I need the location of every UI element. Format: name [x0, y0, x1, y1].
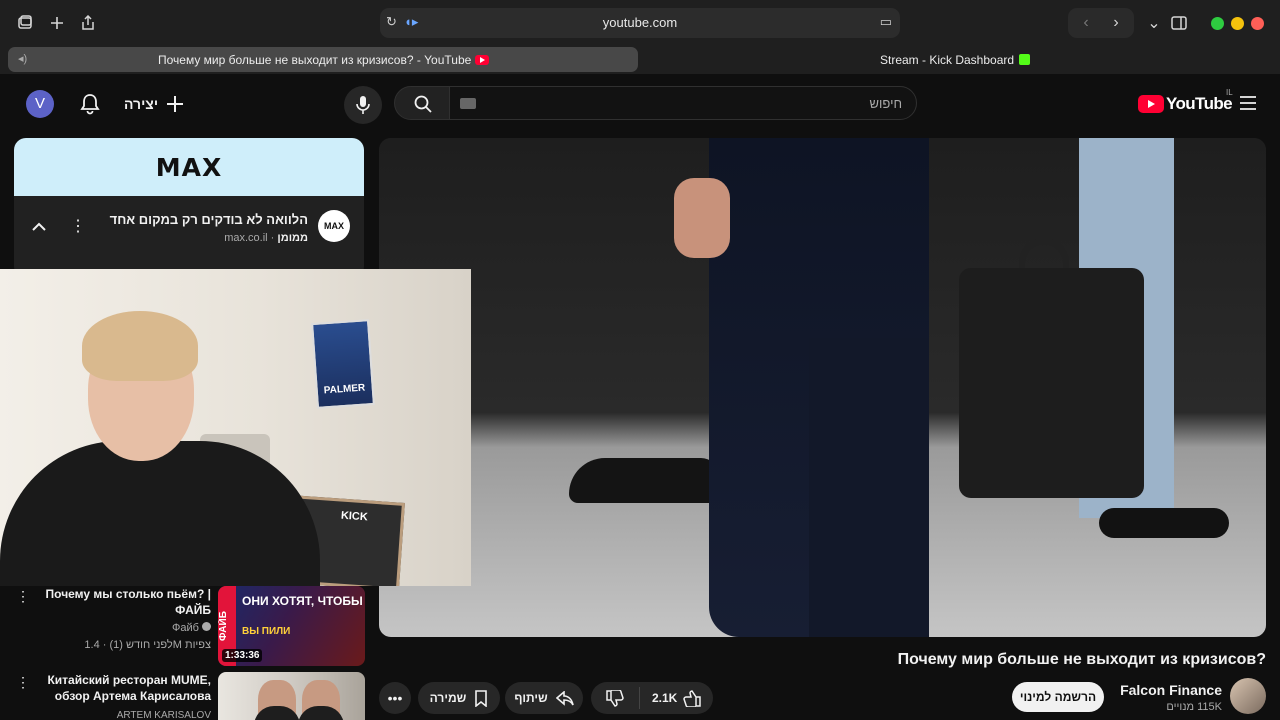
voice-search-button[interactable] [344, 86, 382, 124]
ad-banner-logo: MAX [155, 152, 223, 182]
webcam-person-hair [82, 311, 198, 381]
suggestion-channel: ARTEM KARISALOV [116, 710, 211, 720]
suggestion-title[interactable]: Почему мы столько пьём? | ФАЙБ [41, 586, 211, 618]
ad-advertiser-logo[interactable]: MAX [318, 210, 350, 242]
tab-youtube[interactable]: ◂) Почему мир больше не выходит из кризи… [8, 47, 638, 72]
search-icon [414, 95, 432, 113]
ad-card[interactable]: MAX MAX הלוואה לא בודקים רק במקום אחד ממ… [14, 138, 364, 278]
suggestion-channel-name: Файб [172, 622, 199, 634]
thumbnail-text: ОНИ ХОТЯТ, ЧТОБЫ [242, 594, 363, 608]
bookmark-icon [475, 689, 488, 707]
video-frame-shoe-right [1099, 508, 1229, 538]
nav-buttons: ‹ › [1068, 8, 1134, 38]
sidebar-icon[interactable] [15, 13, 35, 33]
notifications-bell-icon[interactable] [78, 92, 102, 116]
plus-icon [167, 96, 184, 112]
list-item[interactable]: ⋮ Почему мы столько пьём? | ФАЙБ Файб לפ… [10, 586, 365, 666]
share-arrow-icon [555, 690, 574, 706]
more-options-icon[interactable]: ⋮ [16, 588, 30, 605]
video-frame-shoe [569, 458, 719, 503]
search-input[interactable]: חיפוש [449, 86, 917, 120]
more-options-icon[interactable]: ⋮ [16, 674, 30, 691]
duration-badge: 1:33:36 [222, 649, 263, 662]
window-minimize-button[interactable] [1231, 17, 1244, 30]
keyboard-icon[interactable] [460, 98, 476, 109]
video-player[interactable] [379, 138, 1266, 637]
ad-banner[interactable]: MAX [14, 138, 364, 196]
search-button[interactable] [394, 86, 450, 120]
ad-subtitle: ממומן · max.co.il [224, 232, 308, 244]
menu-icon[interactable] [1238, 94, 1258, 112]
address-bar[interactable]: ↻ ◖▸ youtube.com ▭ [380, 8, 900, 38]
sticker-text: KICK [340, 509, 369, 524]
tab-youtube-title: Почему мир больше не выходит из кризисов… [158, 53, 490, 67]
ad-title[interactable]: הלוואה לא בודקים רק במקום אחד [110, 212, 308, 227]
create-button[interactable]: יצירה [118, 86, 190, 122]
youtube-logo[interactable]: YouTube IL [1138, 88, 1233, 116]
share-button[interactable]: שיתוף [505, 682, 583, 714]
kick-favicon-icon [1019, 54, 1031, 65]
suggestion-age: לפני חודש (1) [109, 639, 173, 651]
chevron-up-icon[interactable] [32, 218, 46, 234]
save-label: שמירה [429, 691, 467, 705]
more-options-icon[interactable]: ⋮ [70, 216, 86, 236]
channel-subscribers: 115K מנויים [1166, 701, 1222, 713]
search-placeholder: חיפוש [869, 96, 902, 111]
suggestion-title[interactable]: Китайский ресторан MUME, обзор Артема Ка… [41, 672, 211, 704]
like-count: 2.1K [652, 691, 678, 705]
suggestion-meta: לפני חודש (1) · 1.4M צפיות [84, 639, 211, 651]
more-horizontal-icon: ••• [387, 690, 403, 706]
subscribe-button[interactable]: הרשמה למינוי [1012, 682, 1104, 712]
new-tab-icon[interactable] [47, 13, 67, 33]
ad-domain: max.co.il [224, 232, 268, 244]
like-dislike-group: 2.1K [591, 682, 713, 714]
youtube-play-icon [1138, 95, 1164, 113]
browser-toolbar: ↻ ◖▸ youtube.com ▭ ‹ › ⌄ [0, 0, 1280, 46]
thumbs-down-icon [606, 689, 624, 707]
account-avatar[interactable]: V [26, 90, 54, 118]
tab-bar: ◂) Почему мир больше не выходит из кризи… [0, 46, 1280, 74]
forward-icon[interactable]: › [1106, 13, 1126, 33]
microphone-icon [356, 96, 370, 114]
reader-icon[interactable]: ▭ [880, 14, 892, 30]
like-button[interactable]: 2.1K [640, 689, 702, 707]
youtube-header: V יצירה חיפוש YouTube IL [0, 74, 1280, 134]
list-item[interactable]: ⋮ Китайский ресторан MUME, обзор Артема … [10, 672, 365, 720]
create-label: יצירה [123, 96, 159, 112]
webcam-poster: PALMER [311, 319, 375, 409]
more-actions-button[interactable]: ••• [379, 682, 411, 714]
tab-kick[interactable]: Stream - Kick Dashboard [880, 53, 1031, 67]
window-zoom-button[interactable] [1211, 17, 1224, 30]
url-text: youtube.com [602, 15, 678, 30]
youtube-logo-text: YouTube [1166, 94, 1233, 113]
verified-icon [202, 622, 211, 631]
split-view-icon[interactable] [1169, 13, 1189, 33]
youtube-favicon-icon [475, 55, 490, 65]
window-close-button[interactable] [1251, 17, 1264, 30]
channel-name[interactable]: Falcon Finance [1120, 682, 1222, 698]
share-icon[interactable] [78, 13, 98, 33]
suggestion-thumbnail[interactable]: ФАЙБ ОНИ ХОТЯТ, ЧТОБЫ ВЫ ПИЛИ 1:33:36 [218, 586, 365, 666]
channel-avatar[interactable] [1230, 678, 1266, 714]
webcam-overlay: PALMER KICK [0, 269, 471, 586]
back-icon[interactable]: ‹ [1076, 13, 1096, 33]
share-label: שיתוף [514, 691, 548, 705]
dislike-button[interactable] [591, 689, 639, 707]
video-frame-hand [674, 178, 730, 258]
thumbs-up-icon [683, 689, 702, 707]
chevron-down-icon[interactable]: ⌄ [1144, 13, 1164, 33]
suggestion-thumbnail[interactable] [218, 672, 365, 720]
ad-sponsored-label: ממומן [277, 232, 308, 244]
save-button[interactable]: שמירה [418, 682, 500, 714]
tab-audio-icon[interactable]: ◂) [18, 52, 27, 65]
video-title: Почему мир больше не выходит из кризисов… [897, 651, 1266, 668]
video-frame-person-leg [809, 338, 929, 637]
country-code: IL [1226, 88, 1233, 97]
poster-text: PALMER [323, 382, 366, 397]
thumbnail-text-2: ВЫ ПИЛИ [242, 626, 291, 637]
suggestion-channel: Файб [172, 622, 211, 634]
screen: ↻ ◖▸ youtube.com ▭ ‹ › ⌄ ◂) Почему мир б… [0, 0, 1280, 720]
video-frame-briefcase [959, 268, 1144, 498]
